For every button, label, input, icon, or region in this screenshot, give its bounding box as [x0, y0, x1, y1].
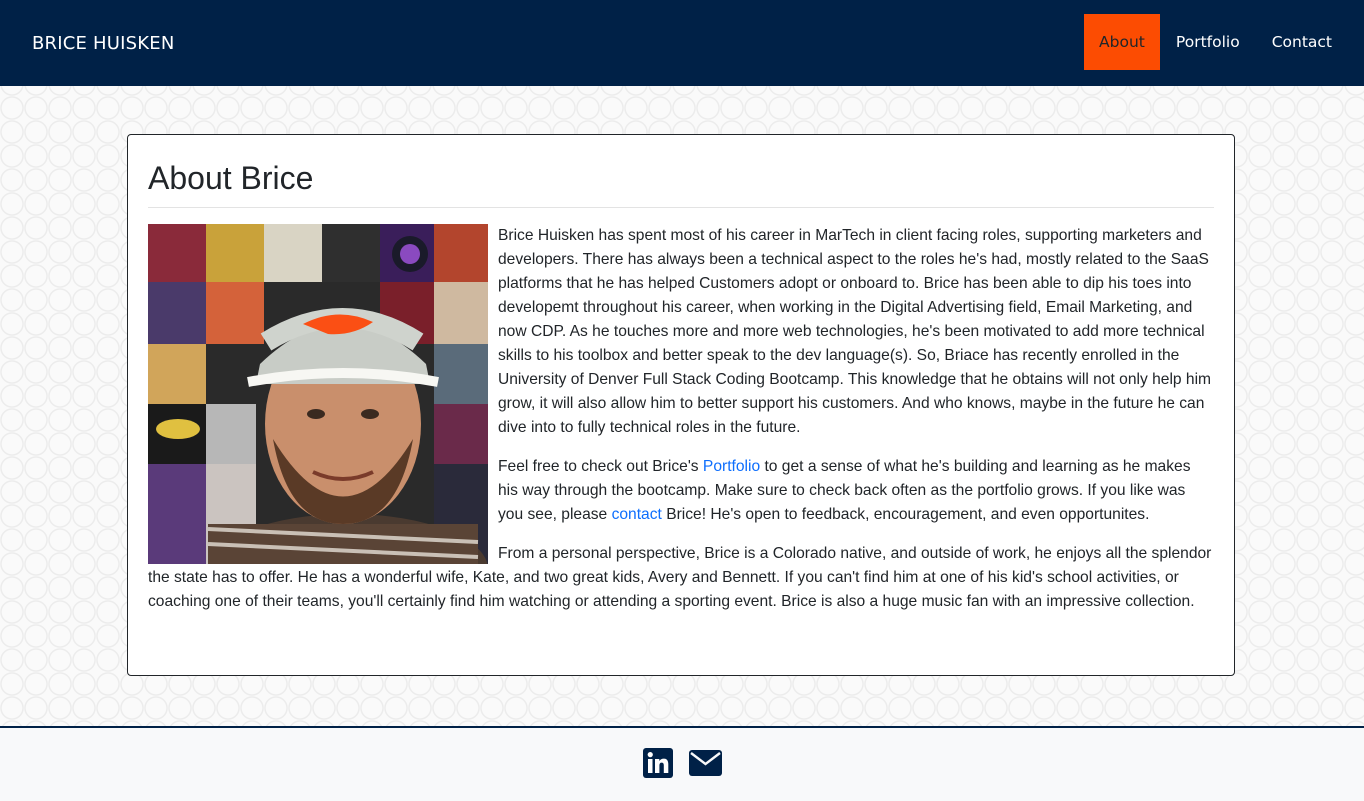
portfolio-inline-link[interactable]: Portfolio	[703, 458, 760, 475]
linkedin-icon[interactable]	[642, 747, 673, 782]
envelope-icon[interactable]	[688, 749, 722, 780]
paragraph-2-text: Feel free to check out Brice's	[498, 458, 703, 475]
navbar: BRICE HUISKEN About Portfolio Contact	[0, 0, 1364, 86]
profile-photo	[148, 224, 488, 564]
brand-link[interactable]: BRICE HUISKEN	[32, 33, 175, 54]
paragraph-2-text: Brice! He's open to feedback, encouragem…	[661, 506, 1150, 523]
nav-links: About Portfolio Contact	[1083, 0, 1348, 86]
nav-portfolio-link[interactable]: Portfolio	[1160, 14, 1256, 70]
footer	[0, 726, 1364, 801]
about-card: About Brice Brice Huisken has spent most…	[127, 134, 1235, 676]
nav-about-link[interactable]: About	[1083, 14, 1160, 70]
page-title: About Brice	[148, 160, 314, 196]
main-content: About Brice Brice Huisken has spent most…	[0, 86, 1364, 726]
contact-inline-link[interactable]: contact	[612, 506, 662, 523]
title-divider	[148, 207, 1214, 208]
nav-contact-link[interactable]: Contact	[1256, 14, 1348, 70]
